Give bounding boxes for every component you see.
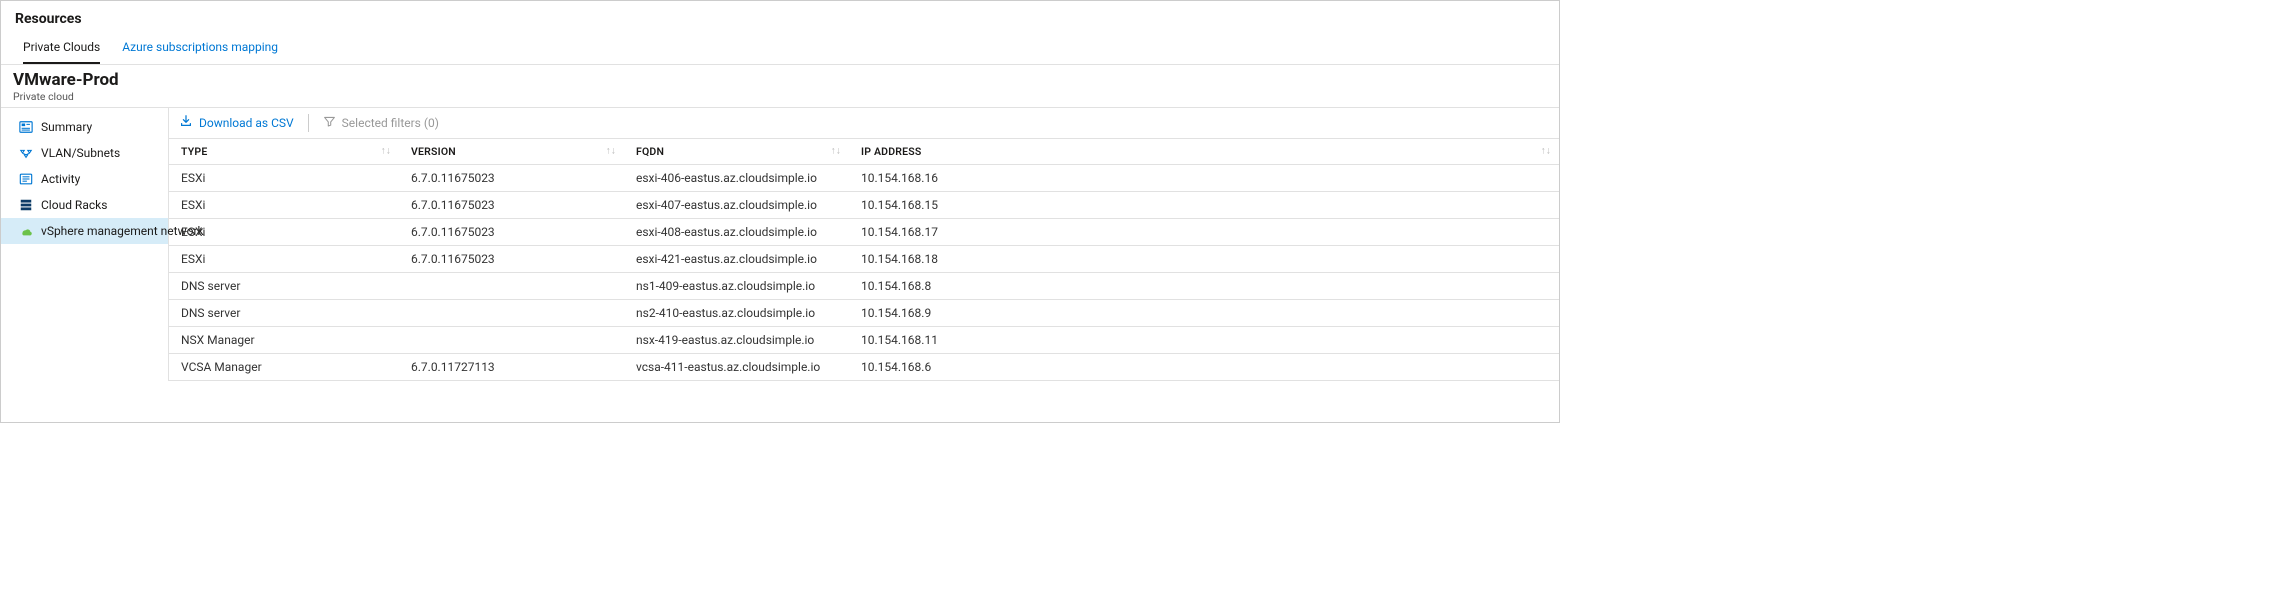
cell-version: 6.7.0.11675023 xyxy=(399,164,624,191)
column-header-label: FQDN xyxy=(636,145,664,158)
resource-header: VMware-Prod Private cloud xyxy=(1,65,1559,107)
cell-fqdn: ns1-409-eastus.az.cloudsimple.io xyxy=(624,272,849,299)
racks-icon xyxy=(19,198,33,212)
cell-version: 6.7.0.11675023 xyxy=(399,218,624,245)
cell-fqdn: nsx-419-eastus.az.cloudsimple.io xyxy=(624,326,849,353)
cell-type: NSX Manager xyxy=(169,326,399,353)
cell-ip: 10.154.168.18 xyxy=(849,245,1559,272)
column-header-label: IP ADDRESS xyxy=(861,145,921,158)
sidebar-item-label: Summary xyxy=(41,120,92,134)
cell-ip: 10.154.168.16 xyxy=(849,164,1559,191)
cell-type: VCSA Manager xyxy=(169,353,399,380)
resource-name: VMware-Prod xyxy=(13,71,1547,90)
sidebar-item-summary[interactable]: Summary xyxy=(1,114,168,140)
download-icon xyxy=(179,114,193,131)
cell-type: DNS server xyxy=(169,299,399,326)
cell-fqdn: esxi-408-eastus.az.cloudsimple.io xyxy=(624,218,849,245)
sidebar-item-label: Cloud Racks xyxy=(41,198,107,212)
cell-version xyxy=(399,299,624,326)
table-row[interactable]: ESXi6.7.0.11675023esxi-406-eastus.az.clo… xyxy=(169,164,1559,191)
table-row[interactable]: ESXi6.7.0.11675023esxi-421-eastus.az.clo… xyxy=(169,245,1559,272)
cell-ip: 10.154.168.11 xyxy=(849,326,1559,353)
cell-version: 6.7.0.11727113 xyxy=(399,353,624,380)
cell-version xyxy=(399,272,624,299)
filter-button[interactable]: Selected filters (0) xyxy=(323,115,439,131)
download-csv-label: Download as CSV xyxy=(199,116,294,130)
cell-ip: 10.154.168.8 xyxy=(849,272,1559,299)
sidebar-item-cloud-racks[interactable]: Cloud Racks xyxy=(1,192,168,218)
cell-version: 6.7.0.11675023 xyxy=(399,191,624,218)
cell-version xyxy=(399,326,624,353)
table-row[interactable]: DNS server ns1-409-eastus.az.cloudsimple.… xyxy=(169,272,1559,299)
summary-icon xyxy=(19,120,33,134)
table-row[interactable]: NSX Manager nsx-419-eastus.az.cloudsimple… xyxy=(169,326,1559,353)
download-csv-button[interactable]: Download as CSV xyxy=(179,114,294,131)
table-row[interactable]: ESXi6.7.0.11675023esxi-408-eastus.az.clo… xyxy=(169,218,1559,245)
cell-fqdn: esxi-406-eastus.az.cloudsimple.io xyxy=(624,164,849,191)
cell-ip: 10.154.168.9 xyxy=(849,299,1559,326)
tab-private-clouds[interactable]: Private Clouds xyxy=(23,33,100,64)
column-header-label: TYPE xyxy=(181,145,207,158)
content-pane: Download as CSV Selected filters (0) TYP… xyxy=(169,108,1559,381)
column-header-fqdn[interactable]: FQDN ↑↓ xyxy=(624,139,849,165)
sidebar-item-vlan-subnets[interactable]: VLAN/Subnets xyxy=(1,140,168,166)
activity-icon xyxy=(19,172,33,186)
tab-strip: Private Clouds Azure subscriptions mappi… xyxy=(1,33,1559,65)
cell-fqdn: esxi-421-eastus.az.cloudsimple.io xyxy=(624,245,849,272)
filter-label: Selected filters (0) xyxy=(342,116,439,130)
sort-icon[interactable]: ↑↓ xyxy=(381,146,391,157)
page-title: Resources xyxy=(1,1,1559,33)
resource-type: Private cloud xyxy=(13,90,1547,103)
filter-icon xyxy=(323,115,336,131)
sidebar-item-vsphere-network[interactable]: vSphere management network xyxy=(1,218,168,244)
cell-type: ESXi xyxy=(169,218,399,245)
cell-fqdn: ns2-410-eastus.az.cloudsimple.io xyxy=(624,299,849,326)
cell-ip: 10.154.168.17 xyxy=(849,218,1559,245)
sort-icon[interactable]: ↑↓ xyxy=(606,146,616,157)
network-icon xyxy=(19,224,33,238)
cell-fqdn: vcsa-411-eastus.az.cloudsimple.io xyxy=(624,353,849,380)
sidebar-item-label: Activity xyxy=(41,172,80,186)
table-row[interactable]: ESXi6.7.0.11675023esxi-407-eastus.az.clo… xyxy=(169,191,1559,218)
vlan-icon xyxy=(19,146,33,160)
cell-type: ESXi xyxy=(169,245,399,272)
data-table: TYPE ↑↓ VERSION ↑↓ FQDN ↑↓ IP ADDRESS ↑↓ xyxy=(169,139,1559,381)
sidebar-item-activity[interactable]: Activity xyxy=(1,166,168,192)
cell-type: DNS server xyxy=(169,272,399,299)
table-row[interactable]: VCSA Manager6.7.0.11727113vcsa-411-eastu… xyxy=(169,353,1559,380)
sort-icon[interactable]: ↑↓ xyxy=(831,146,841,157)
cell-ip: 10.154.168.15 xyxy=(849,191,1559,218)
sidebar-item-label: VLAN/Subnets xyxy=(41,146,120,160)
column-header-type[interactable]: TYPE ↑↓ xyxy=(169,139,399,165)
toolbar: Download as CSV Selected filters (0) xyxy=(169,108,1559,139)
sidebar: Summary VLAN/Subnets Activity Cloud Rack… xyxy=(1,108,169,381)
cell-ip: 10.154.168.6 xyxy=(849,353,1559,380)
cell-type: ESXi xyxy=(169,191,399,218)
table-row[interactable]: DNS server ns2-410-eastus.az.cloudsimple.… xyxy=(169,299,1559,326)
tab-azure-subscriptions-mapping[interactable]: Azure subscriptions mapping xyxy=(122,33,278,64)
cell-fqdn: esxi-407-eastus.az.cloudsimple.io xyxy=(624,191,849,218)
column-header-version[interactable]: VERSION ↑↓ xyxy=(399,139,624,165)
sort-icon[interactable]: ↑↓ xyxy=(1541,146,1551,157)
cell-type: ESXi xyxy=(169,164,399,191)
column-header-ip[interactable]: IP ADDRESS ↑↓ xyxy=(849,139,1559,165)
toolbar-divider xyxy=(308,114,309,132)
cell-version: 6.7.0.11675023 xyxy=(399,245,624,272)
column-header-label: VERSION xyxy=(411,145,456,158)
